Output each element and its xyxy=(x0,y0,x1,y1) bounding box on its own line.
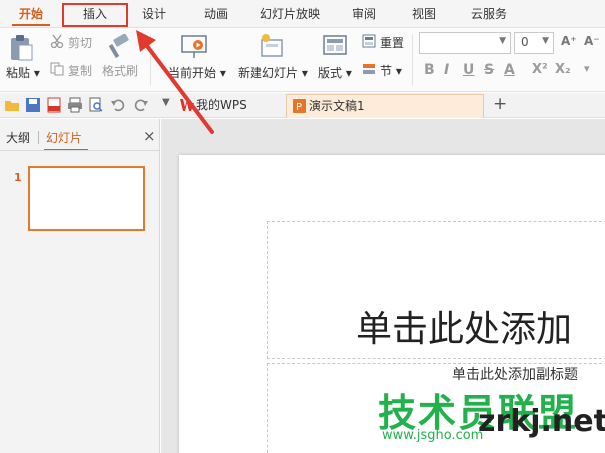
font-size-value: 0 xyxy=(521,35,529,49)
strikethrough-button[interactable]: S xyxy=(484,62,494,78)
tab-label: 演示文稿1 xyxy=(309,99,365,113)
italic-button[interactable]: I xyxy=(444,62,449,78)
grow-font-button[interactable]: A⁺ xyxy=(561,34,577,48)
ribbon-divider xyxy=(412,34,413,86)
tab-outline[interactable]: 大纲 xyxy=(6,129,30,146)
tab-home[interactable]: 开始 xyxy=(6,0,56,28)
paste-button[interactable]: 粘贴 ▾ xyxy=(6,64,40,81)
tab-view[interactable]: 视图 xyxy=(402,0,446,28)
print-preview-icon[interactable] xyxy=(88,97,104,113)
chevron-down-icon: ▼ xyxy=(499,36,506,46)
title-placeholder-text: 单击此处添加 xyxy=(356,309,573,350)
chevron-down-icon: ▼ xyxy=(542,36,549,46)
tab-animation[interactable]: 动画 xyxy=(194,0,238,28)
tab-review[interactable]: 审阅 xyxy=(342,0,386,28)
open-folder-icon[interactable] xyxy=(4,97,20,113)
layout-label: 版式 xyxy=(318,66,343,80)
section-label: 节 xyxy=(380,64,393,78)
save-icon[interactable] xyxy=(25,97,41,113)
new-slide-icon[interactable] xyxy=(258,32,286,60)
print-icon[interactable] xyxy=(67,97,83,113)
cut-button[interactable]: 剪切 xyxy=(68,34,92,51)
section-button[interactable]: 节 ▾ xyxy=(380,62,402,79)
font-size-select[interactable]: 0 ▼ xyxy=(514,32,554,54)
watermark-site: zrkj.net xyxy=(478,404,605,439)
new-slide-button[interactable]: 新建幻灯片 ▾ xyxy=(238,64,308,81)
tab-design[interactable]: 设计 xyxy=(132,0,176,28)
reset-icon xyxy=(362,34,376,48)
paste-label: 粘贴 xyxy=(6,66,31,80)
superscript-button[interactable]: X² xyxy=(532,62,548,77)
copy-icon xyxy=(50,62,64,76)
undo-icon[interactable] xyxy=(110,97,126,113)
slides-panel: 大纲 幻灯片 × 1 xyxy=(0,119,160,453)
font-color-button[interactable]: A xyxy=(504,62,515,78)
tab-slides[interactable]: 幻灯片 xyxy=(46,129,82,146)
menu-bar: 开始 插入 设计 动画 幻灯片放映 审阅 视图 云服务 xyxy=(0,0,605,28)
underline-button[interactable]: U xyxy=(463,62,474,78)
paste-icon[interactable] xyxy=(8,34,34,62)
layout-button[interactable]: 版式 ▾ xyxy=(318,64,352,81)
shrink-font-button[interactable]: A⁻ xyxy=(584,34,600,48)
section-icon xyxy=(363,64,375,74)
subscript-button[interactable]: X₂ xyxy=(555,62,571,77)
subtitle-placeholder-text: 单击此处添加副标题 xyxy=(452,367,578,383)
bold-button[interactable]: B xyxy=(424,62,435,78)
pdf-icon[interactable] xyxy=(46,97,62,113)
slide-number: 1 xyxy=(14,171,22,184)
panel-tab-divider xyxy=(38,131,39,144)
new-tab-button[interactable]: + xyxy=(493,94,507,114)
highlight-box xyxy=(62,3,128,27)
reset-button[interactable]: 重置 xyxy=(380,34,404,51)
annotation-arrow xyxy=(136,30,214,134)
slide-thumbnail[interactable] xyxy=(28,166,145,231)
svg-text:P: P xyxy=(296,102,302,113)
layout-icon[interactable] xyxy=(322,34,348,58)
new-slide-label: 新建幻灯片 xyxy=(238,66,299,80)
panel-divider xyxy=(0,150,159,151)
chevron-down-icon[interactable]: ▾ xyxy=(584,62,590,75)
tab-document[interactable]: P 演示文稿1 xyxy=(286,94,484,118)
copy-button[interactable]: 复制 xyxy=(68,62,92,79)
watermark-url: www.jsgho.com xyxy=(382,428,484,443)
tab-cloud-service[interactable]: 云服务 xyxy=(462,0,516,28)
ribbon: 粘贴 ▾ 剪切 复制 格式刷 当前开始 ▾ 新建幻灯片 ▾ 版式 ▾ 重置 节 … xyxy=(0,28,605,92)
scissors-icon xyxy=(50,34,64,48)
presentation-file-icon: P xyxy=(293,99,306,113)
font-name-select[interactable]: ▼ xyxy=(419,32,511,54)
tab-slideshow[interactable]: 幻灯片放映 xyxy=(252,0,328,28)
tab-bar: ▼ 我的WPS P 演示文稿1 + xyxy=(0,93,605,118)
format-painter-icon[interactable] xyxy=(106,34,132,60)
